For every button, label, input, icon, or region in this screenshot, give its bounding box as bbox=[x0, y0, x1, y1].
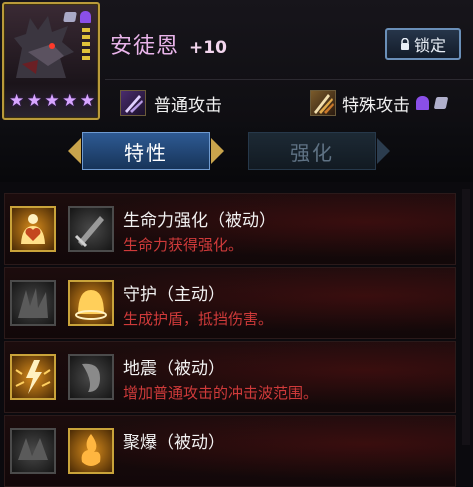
flame-burst-icon bbox=[68, 428, 114, 474]
star-rating: ★ ★ ★ ★ ★ bbox=[7, 92, 97, 110]
tab-enhance[interactable]: 强化 bbox=[248, 132, 376, 170]
skill-row[interactable]: 地震（被动） 增加普通攻击的冲击波范围。 bbox=[4, 341, 456, 413]
hero-name: 安徒恩 bbox=[110, 34, 180, 59]
lightning-burst-icon bbox=[10, 354, 56, 400]
skill-row[interactable]: 守护（主动） 生成护盾，抵挡伤害。 bbox=[4, 267, 456, 339]
normal-attack[interactable]: 普通攻击 bbox=[120, 90, 222, 116]
star-icon: ★ bbox=[79, 91, 95, 111]
special-attack-slash-icon bbox=[310, 90, 336, 116]
special-attack-label: 特殊攻击 bbox=[342, 95, 410, 116]
tab-right-arrow-icon bbox=[211, 138, 224, 164]
lock-icon bbox=[400, 38, 409, 50]
tab-right-arrow-icon bbox=[377, 138, 390, 164]
element-ghost-icon bbox=[80, 11, 91, 23]
element-ghost-icon bbox=[416, 96, 429, 110]
skill-description: 生成护盾，抵挡伤害。 bbox=[123, 310, 274, 328]
normal-attack-claw-icon bbox=[120, 90, 146, 116]
star-icon: ★ bbox=[62, 91, 78, 111]
skill-list-scrollbar[interactable] bbox=[462, 189, 470, 445]
hero-level: +10 bbox=[189, 38, 227, 58]
hero-header: ★ ★ ★ ★ ★ 安徒恩 +10 锁定 普通攻击 特殊攻击 bbox=[0, 0, 473, 122]
skill-description: 生命力获得强化。 bbox=[123, 236, 244, 254]
tab-bar: 特性 强化 bbox=[0, 122, 473, 182]
golden-dome-icon bbox=[68, 280, 114, 326]
skill-description: 增加普通攻击的冲击波范围。 bbox=[123, 384, 319, 402]
skill-name: 生命力强化（被动） bbox=[123, 211, 276, 231]
hero-portrait[interactable]: ★ ★ ★ ★ ★ bbox=[2, 2, 100, 120]
star-icon: ★ bbox=[9, 91, 25, 111]
lock-button[interactable]: 锁定 bbox=[385, 28, 461, 60]
tab-left-arrow-icon bbox=[68, 138, 81, 164]
rarity-gem-icon bbox=[433, 97, 449, 109]
skill-name: 地震（被动） bbox=[123, 359, 225, 379]
skill-list: 生命力强化（被动） 生命力获得强化。 守护（主动） 生成护盾，抵挡伤害。 地震（… bbox=[0, 189, 473, 487]
special-attack[interactable]: 特殊攻击 bbox=[310, 90, 449, 116]
heart-shield-icon bbox=[10, 206, 56, 252]
skill-row[interactable]: 生命力强化（被动） 生命力获得强化。 bbox=[4, 193, 456, 265]
dark-claw-icon bbox=[10, 280, 56, 326]
rarity-gem-icon bbox=[63, 12, 77, 22]
lock-button-label: 锁定 bbox=[413, 36, 446, 55]
skill-name: 聚爆（被动） bbox=[123, 433, 225, 453]
dark-spikes-icon bbox=[10, 428, 56, 474]
hero-name-row: 安徒恩 +10 bbox=[110, 28, 227, 62]
normal-attack-label: 普通攻击 bbox=[154, 95, 222, 116]
dark-mask-icon bbox=[68, 354, 114, 400]
skill-name: 守护（主动） bbox=[123, 285, 225, 305]
sword-locked-icon bbox=[68, 206, 114, 252]
tab-traits[interactable]: 特性 bbox=[82, 132, 210, 170]
skill-row[interactable]: 聚爆（被动） bbox=[4, 415, 456, 487]
energy-bars-icon bbox=[82, 28, 90, 62]
header-divider bbox=[105, 79, 473, 80]
star-icon: ★ bbox=[26, 91, 42, 111]
star-icon: ★ bbox=[44, 91, 60, 111]
